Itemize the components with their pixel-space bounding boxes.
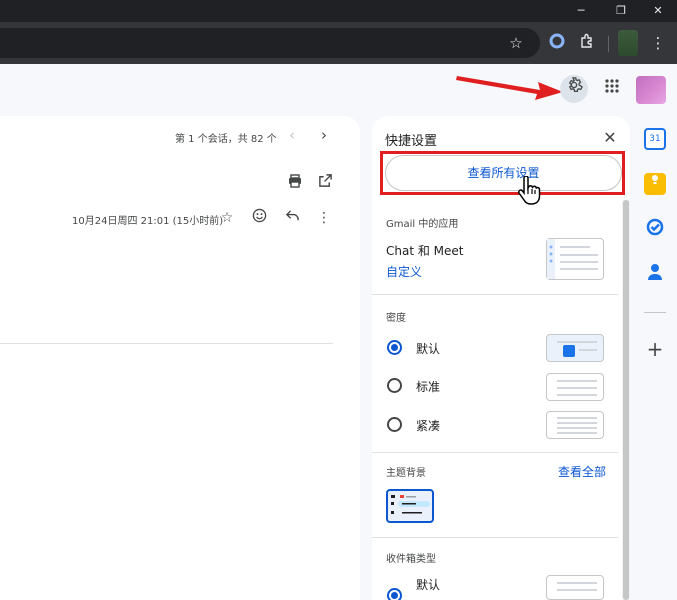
density-compact-label: 紧凑	[416, 419, 441, 433]
section-divider	[372, 294, 618, 295]
section-divider	[372, 537, 618, 538]
star-icon[interactable]: ☆	[217, 208, 237, 228]
address-bar[interactable]	[0, 28, 540, 58]
customize-link[interactable]: 自定义	[386, 263, 422, 280]
highlight-box-annotation	[380, 151, 625, 195]
next-chevron-icon[interactable]: ›	[316, 126, 332, 144]
window-titlebar: ─ ❐ ✕	[0, 0, 677, 22]
apps-grid-icon[interactable]	[600, 77, 624, 101]
add-addon-plus-icon[interactable]: +	[644, 338, 666, 360]
open-new-window-icon[interactable]	[315, 173, 335, 193]
keep-icon[interactable]	[644, 173, 666, 195]
print-icon[interactable]	[285, 173, 305, 193]
more-vert-icon[interactable]: ⋮	[314, 208, 334, 228]
settings-gear-icon[interactable]	[560, 75, 588, 103]
close-window-icon[interactable]: ✕	[643, 2, 673, 20]
hand-cursor-icon	[516, 175, 542, 212]
density-default-thumbnail	[546, 334, 604, 362]
rail-separator	[644, 312, 666, 313]
density-default-label: 默认	[416, 342, 441, 356]
prev-chevron-icon[interactable]: ‹	[284, 126, 300, 144]
tasks-icon[interactable]	[644, 218, 666, 240]
density-standard-radio[interactable]	[387, 378, 402, 393]
reply-icon[interactable]	[282, 208, 302, 228]
theme-section-heading: 主题背景	[386, 468, 426, 479]
calendar-icon[interactable]: 31	[644, 128, 666, 150]
quick-settings-title: 快捷设置	[385, 134, 438, 149]
inbox-default-thumbnail	[546, 575, 604, 600]
browser-toolbar: ☆ ⋮	[0, 22, 677, 64]
density-standard-label: 标准	[416, 380, 441, 394]
message-date: 10月24日周四 21:01 (15小时前)	[72, 216, 224, 227]
section-divider	[372, 452, 618, 453]
density-compact-radio[interactable]	[387, 417, 402, 432]
density-standard-thumbnail	[546, 373, 604, 401]
chat-meet-label: Chat 和 Meet	[386, 244, 464, 258]
close-icon[interactable]: ✕	[600, 128, 620, 148]
red-arrow-annotation	[456, 76, 563, 100]
conversation-pager: 第 1 个会话，共 82 个	[175, 134, 277, 145]
message-panel	[0, 116, 360, 600]
scrollbar-thumb[interactable]	[623, 200, 629, 600]
density-section-heading: 密度	[386, 313, 406, 324]
puzzle-icon[interactable]	[577, 33, 597, 53]
apps-section-heading: Gmail 中的应用	[386, 219, 459, 230]
restore-icon[interactable]: ❐	[606, 2, 636, 20]
density-compact-thumbnail	[546, 411, 604, 439]
inbox-default-radio[interactable]	[387, 588, 402, 600]
inbox-default-label: 默认	[416, 578, 441, 592]
browser-menu-icon[interactable]: ⋮	[648, 33, 668, 53]
message-divider	[0, 343, 333, 344]
toolbar-separator	[608, 36, 609, 52]
extension-blue-icon[interactable]	[547, 33, 567, 53]
profile-avatar[interactable]	[618, 30, 638, 56]
bookmark-star-icon[interactable]: ☆	[506, 33, 526, 53]
theme-view-all-link[interactable]: 查看全部	[558, 463, 606, 480]
contacts-icon[interactable]	[644, 263, 666, 285]
account-avatar[interactable]	[636, 76, 666, 104]
emoji-icon[interactable]	[249, 208, 269, 228]
inbox-type-section-heading: 收件箱类型	[386, 554, 436, 565]
theme-thumbnail[interactable]	[386, 489, 434, 523]
apps-layout-thumbnail	[546, 238, 604, 280]
density-default-radio[interactable]	[387, 340, 402, 355]
minimize-icon[interactable]: ─	[566, 2, 596, 20]
